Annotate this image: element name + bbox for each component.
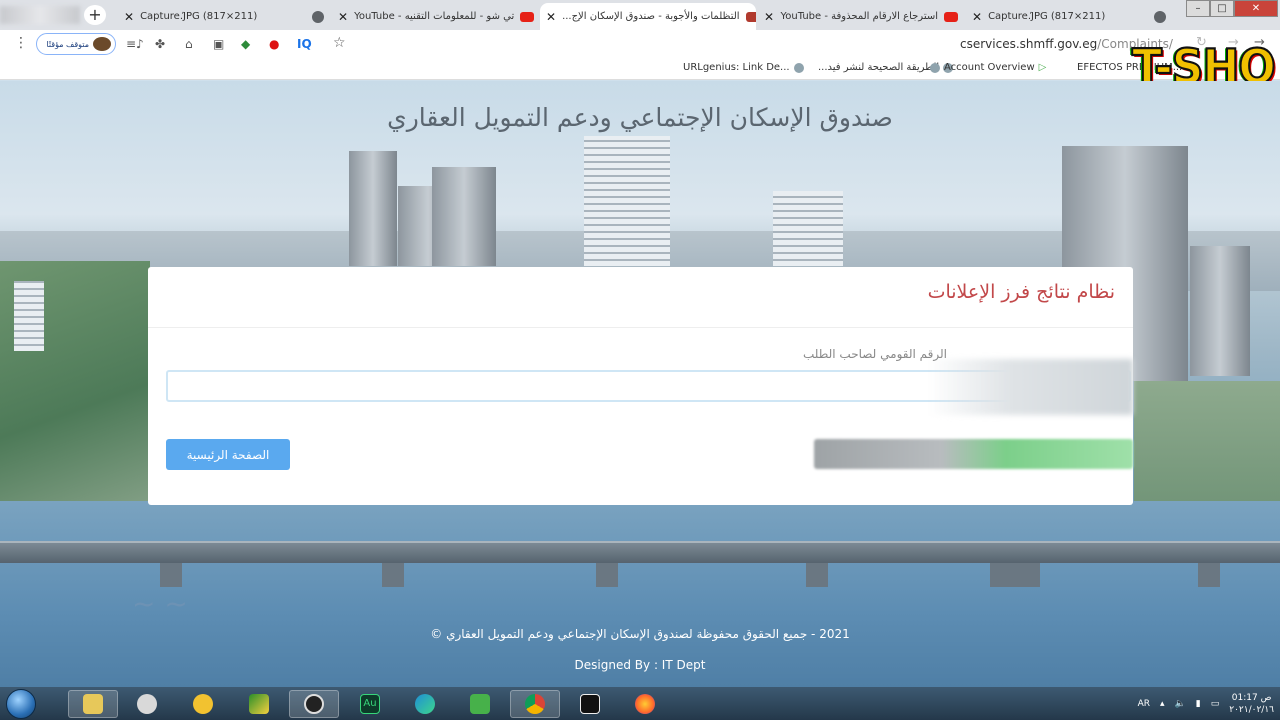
file-explorer-icon[interactable] — [68, 690, 118, 718]
building — [584, 136, 670, 266]
action-center-icon[interactable]: ▭ — [1211, 699, 1220, 709]
tab-youtube-recover[interactable]: ✕ استرجاع الارقام المحذوفة - YouTube — [758, 3, 964, 30]
card-title: نظام نتائج فرز الإعلانات — [927, 281, 1115, 303]
blurred-action-buttons[interactable] — [814, 439, 1133, 469]
bookmark-icon — [793, 62, 804, 73]
close-tab-icon[interactable]: ✕ — [338, 10, 348, 24]
globe-icon — [1154, 10, 1166, 23]
profile-label: متوقف مؤقتًا — [46, 39, 89, 49]
tab-label: استرجاع الارقام المحذوفة - YouTube — [780, 11, 939, 22]
bridge-pier — [160, 563, 182, 587]
play-icon: ▷ — [1038, 62, 1047, 73]
media-icon[interactable] — [234, 690, 284, 718]
close-tab-icon[interactable]: ✕ — [764, 10, 774, 24]
bridge-pier — [382, 563, 404, 587]
bookmark-urlgenius[interactable]: URLgenius: Link De... — [683, 62, 804, 73]
extension-a-icon[interactable]: ⌂ — [185, 37, 193, 51]
close-tab-icon[interactable]: ✕ — [972, 10, 982, 24]
edge-icon[interactable] — [400, 690, 450, 718]
firefox-icon[interactable] — [620, 690, 670, 718]
tab-label: Captureۢ.JPG (817×211) — [988, 11, 1106, 22]
bridge-pier — [596, 563, 618, 587]
home-page-button[interactable]: الصفحة الرئيسية — [166, 439, 290, 470]
chrome-icon[interactable] — [510, 690, 560, 718]
audition-icon[interactable]: Au — [345, 690, 395, 718]
close-tab-icon[interactable]: ✕ — [124, 10, 134, 24]
clock[interactable]: 01:17 ص ٢٠٢١/٠٢/١٦ — [1229, 692, 1274, 716]
lottery-results-card: نظام نتائج فرز الإعلانات الرقم القومي لص… — [148, 267, 1133, 505]
tab-capture-1[interactable]: ✕ Captureۢ.JPG (817×211) — [118, 3, 330, 30]
national-id-label: الرقم القومي لصاحب الطلب — [803, 347, 947, 361]
capcut-icon[interactable] — [565, 690, 615, 718]
network-icon[interactable]: ▮ — [1196, 699, 1201, 709]
bookmark-icon — [930, 62, 940, 73]
url-host: cservices.shmff.gov.eg — [960, 37, 1098, 51]
extension-c-icon[interactable]: ◆ — [241, 37, 250, 51]
tab-complaints-active[interactable]: ✕ التظلمات والأجوبة - صندوق الإسكان الإج… — [540, 3, 756, 30]
system-tray: AR ▴ 🔈 ▮ ▭ 01:17 ص ٢٠٢١/٠٢/١٦ — [1138, 687, 1274, 720]
bookmark-label: الطريقة الصحيحة لنشر فيد... — [818, 62, 940, 73]
tab-label: Captureۢ.JPG (817×211) — [140, 11, 258, 22]
tab-capture-2[interactable]: ✕ Captureۢ.JPG (817×211) — [966, 3, 1172, 30]
obs-icon[interactable] — [289, 690, 339, 718]
bookmark-label: URLgenius: Link De... — [683, 62, 790, 73]
iq-extension-icon[interactable]: IQ — [297, 37, 312, 51]
paint-icon[interactable] — [122, 690, 172, 718]
bridge — [0, 541, 1280, 563]
maximize-button[interactable]: □ — [1210, 0, 1234, 17]
bookmark-star-icon[interactable]: ☆ — [333, 35, 346, 51]
bookmark-label: Account Overview — [944, 62, 1035, 73]
bookmarks-bar: URLgenius: Link De... الطريقة الصحيحة لن… — [0, 58, 1280, 80]
footer-copyright: 2021 - جميع الحقوق محفوظة لصندوق الإسكان… — [430, 627, 850, 641]
menu-dots-icon[interactable]: ⋮ — [14, 35, 28, 51]
opera-icon[interactable]: ● — [269, 37, 279, 51]
building — [349, 151, 397, 266]
show-hidden-icons-icon[interactable]: ▴ — [1160, 699, 1165, 709]
new-tab-button[interactable]: + — [84, 5, 106, 25]
camtasia-icon[interactable] — [455, 690, 505, 718]
browser-toolbar: ⋮ متوقف مؤقتًا ≡♪ ✤ ⌂ ▣ ◆ ● IQ ☆ cservic… — [0, 30, 1280, 58]
clock-date: ٢٠٢١/٠٢/١٦ — [1229, 704, 1274, 715]
footer-designed-by: Designed By : IT Dept — [574, 658, 706, 672]
language-indicator[interactable]: AR — [1138, 699, 1150, 709]
extension-b-icon[interactable]: ▣ — [213, 37, 224, 51]
close-tab-icon[interactable]: ✕ — [546, 10, 556, 24]
building — [773, 191, 843, 266]
close-window-button[interactable]: ✕ — [1234, 0, 1278, 17]
avatar — [93, 37, 111, 51]
windows-taskbar: Au AR ▴ 🔈 ▮ ▭ 01:17 ص ٢٠٢١/٠٢/١٦ — [0, 687, 1280, 720]
window-controls: – □ ✕ — [1186, 0, 1278, 17]
youtube-icon — [520, 11, 535, 22]
bridge-pier — [806, 563, 828, 587]
site-title: صندوق الإسكان الإجتماعي ودعم التمويل الع… — [387, 103, 893, 132]
blurred-region — [928, 359, 1133, 415]
bookmark-account[interactable]: Account Overview ▷ — [930, 62, 1046, 73]
start-button[interactable] — [6, 689, 36, 719]
blurred-tab[interactable] — [0, 6, 80, 24]
clock-time: 01:17 ص — [1231, 692, 1272, 703]
archive-icon[interactable] — [178, 690, 228, 718]
browser-tab-bar: + ✕ Captureۢ.JPG (817×211) ✕ تي شو - للم… — [0, 0, 1280, 30]
minimize-button[interactable]: – — [1186, 0, 1210, 17]
building — [14, 281, 44, 351]
building — [1190, 246, 1250, 376]
bridge-pier — [990, 563, 1040, 587]
building — [432, 167, 496, 266]
tab-label: تي شو - للمعلومات التقنيه - YouTube — [354, 11, 515, 22]
extensions-icon[interactable]: ✤ — [155, 37, 165, 51]
faded-logo: ~ ~ — [132, 587, 188, 620]
tab-youtube-tech[interactable]: ✕ تي شو - للمعلومات التقنيه - YouTube — [332, 3, 538, 30]
divider — [148, 327, 1133, 328]
reading-list-icon[interactable]: ≡♪ — [126, 37, 144, 51]
globe-icon — [312, 10, 324, 23]
profile-button[interactable]: متوقف مؤقتًا — [36, 33, 116, 55]
youtube-icon — [944, 11, 958, 22]
site-icon — [745, 11, 756, 22]
tab-label: التظلمات والأجوبة - صندوق الإسكان الإج..… — [562, 11, 740, 22]
bridge-pier — [1198, 563, 1220, 587]
web-page: صندوق الإسكان الإجتماعي ودعم التمويل الع… — [0, 81, 1280, 687]
volume-icon[interactable]: 🔈 — [1175, 699, 1186, 709]
